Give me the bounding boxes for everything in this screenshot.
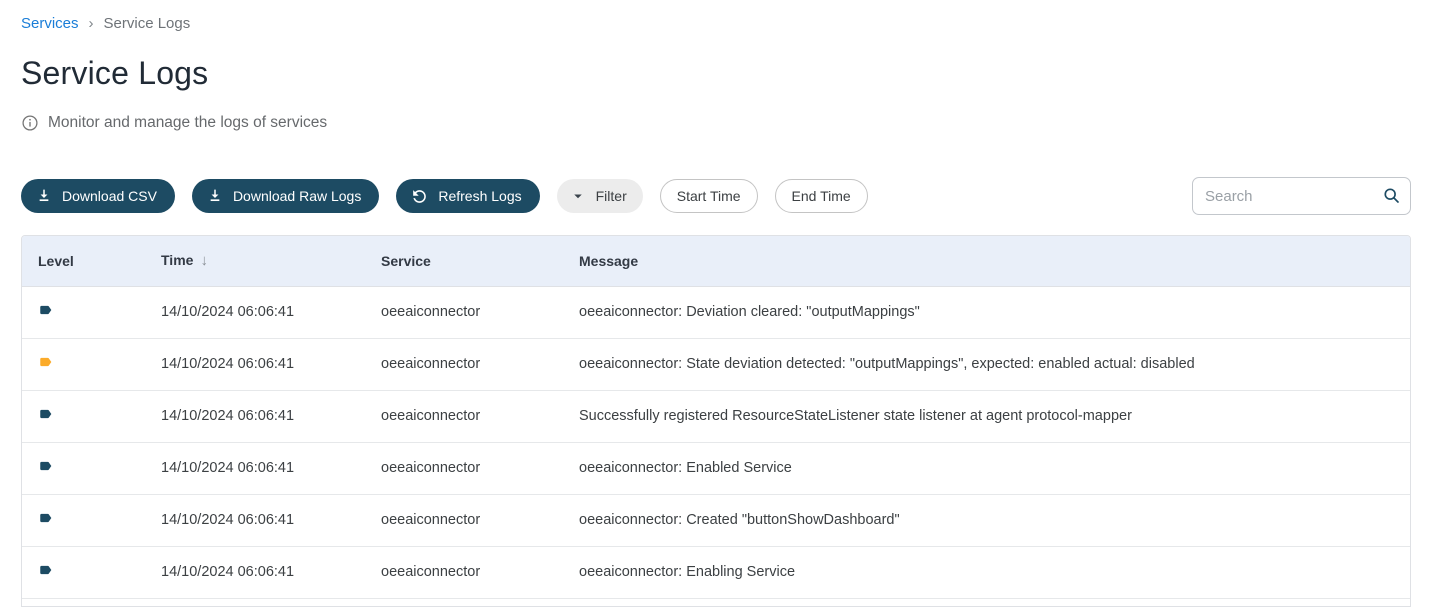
page-subtitle-text: Monitor and manage the logs of services (48, 114, 327, 132)
column-header-service: Service (365, 236, 563, 286)
column-header-message-label: Message (579, 253, 638, 269)
sort-descending-icon[interactable]: ↓ (200, 252, 208, 269)
column-header-level-label: Level (38, 253, 74, 269)
log-message: oeeaiconnector: Created "buttonShowDashb… (563, 494, 1410, 546)
end-time-label: End Time (792, 188, 851, 204)
chevron-down-icon (569, 187, 587, 205)
log-message: Successfully registered ResourceStateLis… (563, 390, 1410, 442)
log-level-tag-icon (38, 511, 53, 525)
refresh-logs-button[interactable]: Refresh Logs (396, 179, 539, 213)
log-time: 14/10/2024 06:06:41 (145, 442, 365, 494)
log-service: oeeaiconnector (365, 494, 563, 546)
column-header-service-label: Service (381, 253, 431, 269)
download-raw-logs-label: Download Raw Logs (233, 188, 361, 204)
log-service: oeeaiconnector (365, 442, 563, 494)
table-row[interactable]: 14/10/2024 06:06:41 oeeaiconnector Succe… (22, 390, 1410, 442)
filter-label: Filter (596, 188, 627, 204)
start-time-label: Start Time (677, 188, 741, 204)
column-header-time-label: Time (161, 252, 193, 268)
log-service: oeeaiconnector (365, 338, 563, 390)
log-level-tag-icon (38, 303, 53, 317)
info-icon (21, 114, 39, 132)
log-level-tag-icon (38, 459, 53, 473)
table-row-partial (22, 598, 1410, 607)
download-csv-label: Download CSV (62, 188, 157, 204)
breadcrumb-link-services[interactable]: Services (21, 15, 79, 32)
column-header-level: Level (22, 236, 145, 286)
column-header-message: Message (563, 236, 1410, 286)
page-subtitle: Monitor and manage the logs of services (21, 114, 1411, 132)
search-input[interactable] (1192, 177, 1411, 215)
table-header-row: Level Time ↓ Service Message (22, 236, 1410, 286)
table-row[interactable]: 14/10/2024 06:06:41 oeeaiconnector oeeai… (22, 442, 1410, 494)
log-level-cell (22, 286, 145, 338)
log-service: oeeaiconnector (365, 286, 563, 338)
download-icon (35, 187, 53, 205)
refresh-icon (410, 187, 429, 206)
log-message: oeeaiconnector: Deviation cleared: "outp… (563, 286, 1410, 338)
start-time-button[interactable]: Start Time (660, 179, 758, 213)
log-message: oeeaiconnector: Enabling Service (563, 546, 1410, 598)
end-time-button[interactable]: End Time (775, 179, 868, 213)
filter-button[interactable]: Filter (557, 179, 643, 213)
log-table-body: 14/10/2024 06:06:41 oeeaiconnector oeeai… (22, 286, 1410, 607)
log-service: oeeaiconnector (365, 390, 563, 442)
table-row[interactable]: 14/10/2024 06:06:41 oeeaiconnector oeeai… (22, 338, 1410, 390)
table-row[interactable]: 14/10/2024 06:06:41 oeeaiconnector oeeai… (22, 546, 1410, 598)
log-message: oeeaiconnector: State deviation detected… (563, 338, 1410, 390)
log-time: 14/10/2024 06:06:41 (145, 338, 365, 390)
download-raw-logs-button[interactable]: Download Raw Logs (192, 179, 379, 213)
log-time: 14/10/2024 06:06:41 (145, 390, 365, 442)
page-title: Service Logs (21, 54, 1411, 92)
download-csv-button[interactable]: Download CSV (21, 179, 175, 213)
log-level-cell (22, 442, 145, 494)
table-row[interactable]: 14/10/2024 06:06:41 oeeaiconnector oeeai… (22, 494, 1410, 546)
log-level-tag-icon (38, 407, 53, 421)
column-header-time[interactable]: Time ↓ (145, 236, 365, 286)
log-time: 14/10/2024 06:06:41 (145, 286, 365, 338)
toolbar: Download CSV Download Raw Logs Refresh L… (21, 178, 1411, 214)
log-message: oeeaiconnector: Enabled Service (563, 442, 1410, 494)
breadcrumb: Services › Service Logs (21, 14, 1411, 32)
log-level-cell (22, 546, 145, 598)
download-icon (206, 187, 224, 205)
search-box (1192, 177, 1411, 215)
log-level-tag-icon (38, 355, 53, 369)
log-level-cell (22, 494, 145, 546)
log-level-cell (22, 390, 145, 442)
search-button[interactable] (1381, 185, 1402, 209)
table-row[interactable]: 14/10/2024 06:06:41 oeeaiconnector oeeai… (22, 286, 1410, 338)
log-service: oeeaiconnector (365, 546, 563, 598)
log-level-tag-icon (38, 563, 53, 577)
log-time: 14/10/2024 06:06:41 (145, 494, 365, 546)
breadcrumb-separator-icon: › (89, 15, 94, 32)
refresh-logs-label: Refresh Logs (438, 188, 521, 204)
log-level-cell (22, 338, 145, 390)
log-table: Level Time ↓ Service Message (21, 235, 1411, 607)
breadcrumb-current: Service Logs (104, 15, 191, 32)
log-time: 14/10/2024 06:06:41 (145, 546, 365, 598)
search-icon (1381, 185, 1402, 206)
